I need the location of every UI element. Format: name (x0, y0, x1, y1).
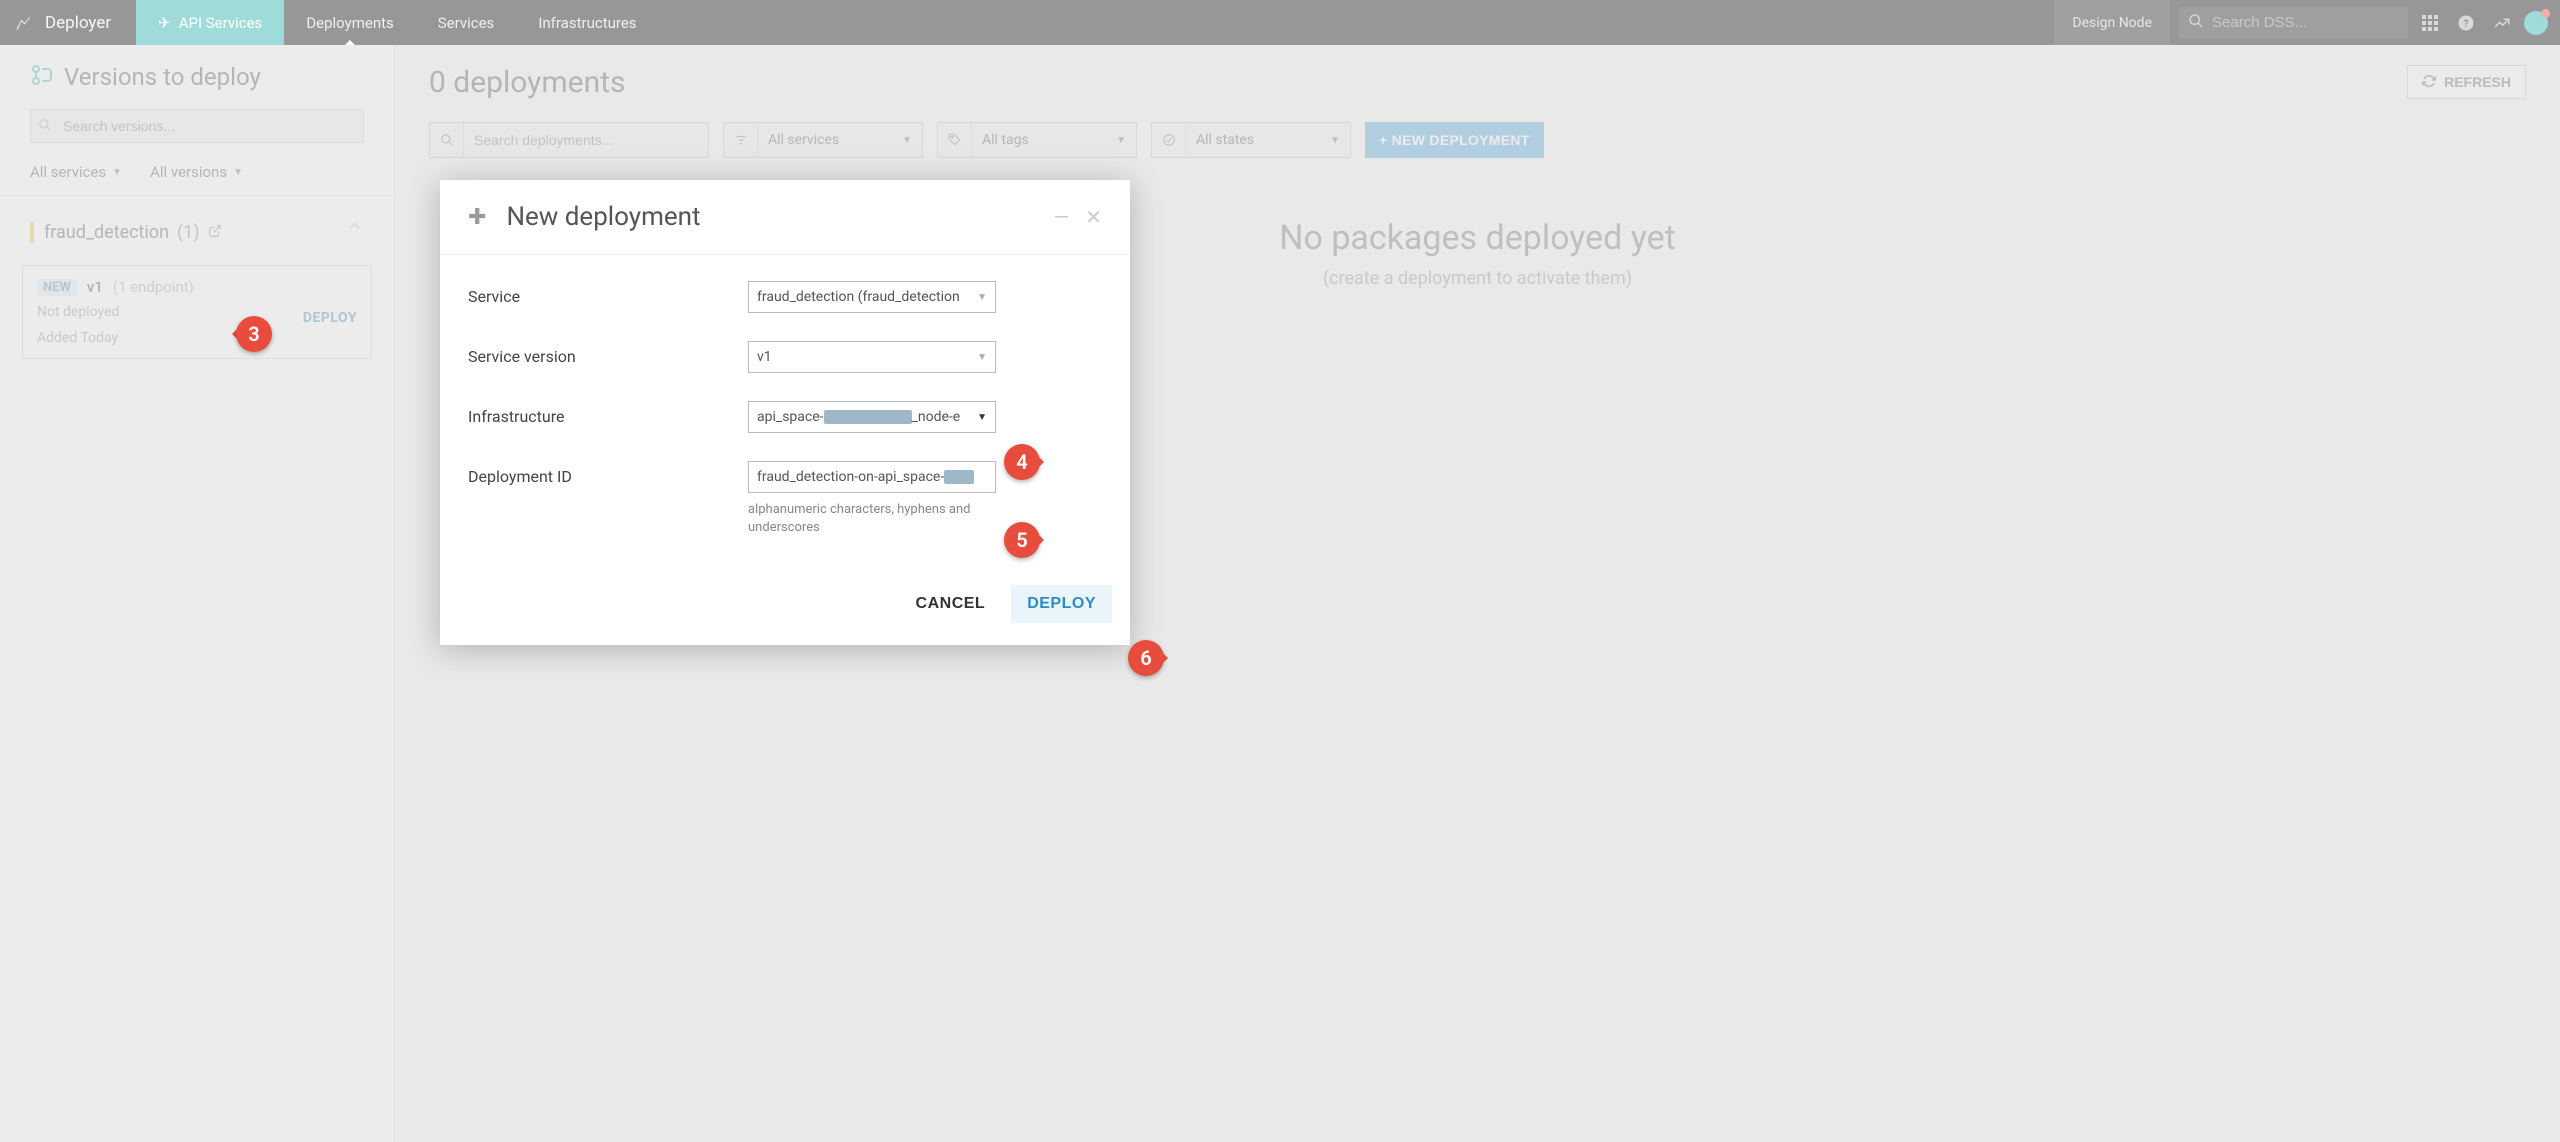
topbar: Deployer ✈ API Services Deployments Serv… (0, 0, 2560, 45)
tab-deployments[interactable]: Deployments (284, 0, 415, 45)
brand-name[interactable]: Deployer (35, 13, 136, 33)
plane-icon: ✈ (158, 14, 171, 32)
chevron-down-icon: ▼ (977, 412, 987, 423)
annotation-marker-4: 4 (1004, 444, 1058, 480)
infrastructure-select[interactable]: api_space-_node-e ▼ (748, 401, 996, 433)
filter-states-label: All states (1196, 132, 1254, 148)
tab-infrastructures[interactable]: Infrastructures (516, 0, 658, 45)
chevron-down-icon: ▼ (977, 352, 987, 363)
chevron-down-icon: ▼ (1116, 135, 1126, 146)
close-icon[interactable]: ✕ (1085, 205, 1102, 229)
new-deployment-modal: ✚ New deployment — ✕ Service fraud_detec… (440, 180, 1130, 645)
user-avatar[interactable] (2524, 11, 2548, 35)
chevron-up-icon[interactable]: ⌃ (346, 220, 364, 245)
deploy-button[interactable]: DEPLOY (1011, 585, 1112, 623)
help-icon[interactable]: ? (2452, 9, 2480, 37)
svg-text:?: ? (2463, 16, 2468, 29)
refresh-button[interactable]: REFRESH (2407, 65, 2526, 99)
filter-all-services[interactable]: All services ▼ (30, 163, 122, 181)
sidebar-search[interactable] (30, 109, 364, 143)
sidebar: Versions to deploy All services ▼ All ve… (0, 45, 395, 1142)
global-search-input[interactable] (2212, 14, 2398, 31)
tab-api-services[interactable]: ✈ API Services (136, 0, 284, 45)
version-added: Added Today (37, 330, 357, 346)
filter-all-versions-label: All versions (150, 163, 227, 181)
tag-icon (938, 123, 972, 157)
deployment-id-hint: alphanumeric characters, hyphens and und… (748, 501, 996, 537)
service-count: (1) (177, 222, 200, 243)
search-icon (430, 123, 464, 157)
new-deployment-button[interactable]: + NEW DEPLOYMENT (1365, 122, 1544, 158)
deployment-id-input[interactable]: fraud_detection-on-api_space- (748, 461, 996, 493)
version-select[interactable]: v1 ▼ (748, 341, 996, 373)
filter-tags-label: All tags (982, 132, 1029, 148)
tab-api-services-label: API Services (179, 14, 263, 32)
filter-all-versions[interactable]: All versions ▼ (150, 163, 243, 181)
deployments-search-input[interactable] (464, 123, 708, 157)
design-node-button[interactable]: Design Node (2054, 0, 2170, 45)
state-icon (1152, 123, 1186, 157)
version-select-value: v1 (757, 349, 772, 365)
service-select[interactable]: fraud_detection (fraud_detection ▼ (748, 281, 996, 313)
search-icon (38, 117, 52, 136)
modal-title: New deployment (506, 202, 1037, 232)
versions-icon (30, 63, 54, 91)
annotation-marker-3-label: 3 (236, 316, 272, 352)
service-label: Service (468, 281, 748, 306)
deploy-button[interactable]: DEPLOY (303, 310, 357, 326)
infrastructure-select-value: api_space-_node-e (757, 409, 960, 425)
deployments-search[interactable] (429, 122, 709, 158)
app-logo[interactable] (0, 0, 35, 45)
sidebar-search-input[interactable] (30, 109, 364, 143)
chevron-down-icon: ▼ (977, 292, 987, 303)
search-icon (2188, 13, 2204, 33)
minimize-icon[interactable]: — (1054, 205, 1070, 229)
refresh-label: REFRESH (2444, 74, 2511, 90)
filter-services-select[interactable]: All services ▼ (723, 122, 923, 158)
refresh-icon (2422, 74, 2436, 91)
chevron-down-icon: ▼ (1330, 135, 1340, 146)
chevron-down-icon: ▼ (112, 167, 122, 178)
filter-icon (724, 123, 758, 157)
filter-services-label: All services (768, 132, 839, 148)
chevron-down-icon: ▼ (902, 135, 912, 146)
cancel-button[interactable]: CANCEL (900, 585, 1002, 623)
filter-all-services-label: All services (30, 163, 106, 181)
tab-services[interactable]: Services (416, 0, 517, 45)
plus-icon: ✚ (468, 205, 486, 230)
sidebar-title: Versions to deploy (64, 63, 261, 91)
version-number: v1 (87, 278, 103, 296)
service-select-value: fraud_detection (fraud_detection (757, 289, 960, 305)
annotation-marker-5: 5 (1004, 522, 1058, 558)
chevron-down-icon: ▼ (233, 167, 243, 178)
filter-tags-select[interactable]: All tags ▼ (937, 122, 1137, 158)
deployment-id-value: fraud_detection-on-api_space- (757, 469, 974, 485)
service-name: fraud_detection (44, 222, 169, 243)
version-label: Service version (468, 341, 748, 366)
global-search[interactable] (2178, 7, 2408, 39)
service-row[interactable]: fraud_detection (1) ⌃ (22, 214, 372, 251)
version-card: NEW v1 (1 endpoint) Not deployed Added T… (22, 265, 372, 359)
annotation-marker-3: 3 (218, 316, 272, 352)
page-title: 0 deployments (429, 65, 2526, 100)
infrastructure-label: Infrastructure (468, 401, 748, 426)
annotation-marker-6: 6 (1128, 640, 1182, 676)
apps-icon[interactable] (2416, 9, 2444, 37)
endpoint-count: (1 endpoint) (113, 278, 194, 296)
external-link-icon[interactable] (208, 223, 222, 242)
new-badge: NEW (37, 279, 77, 296)
filter-states-select[interactable]: All states ▼ (1151, 122, 1351, 158)
activity-icon[interactable] (2488, 9, 2516, 37)
deployment-id-label: Deployment ID (468, 461, 748, 486)
